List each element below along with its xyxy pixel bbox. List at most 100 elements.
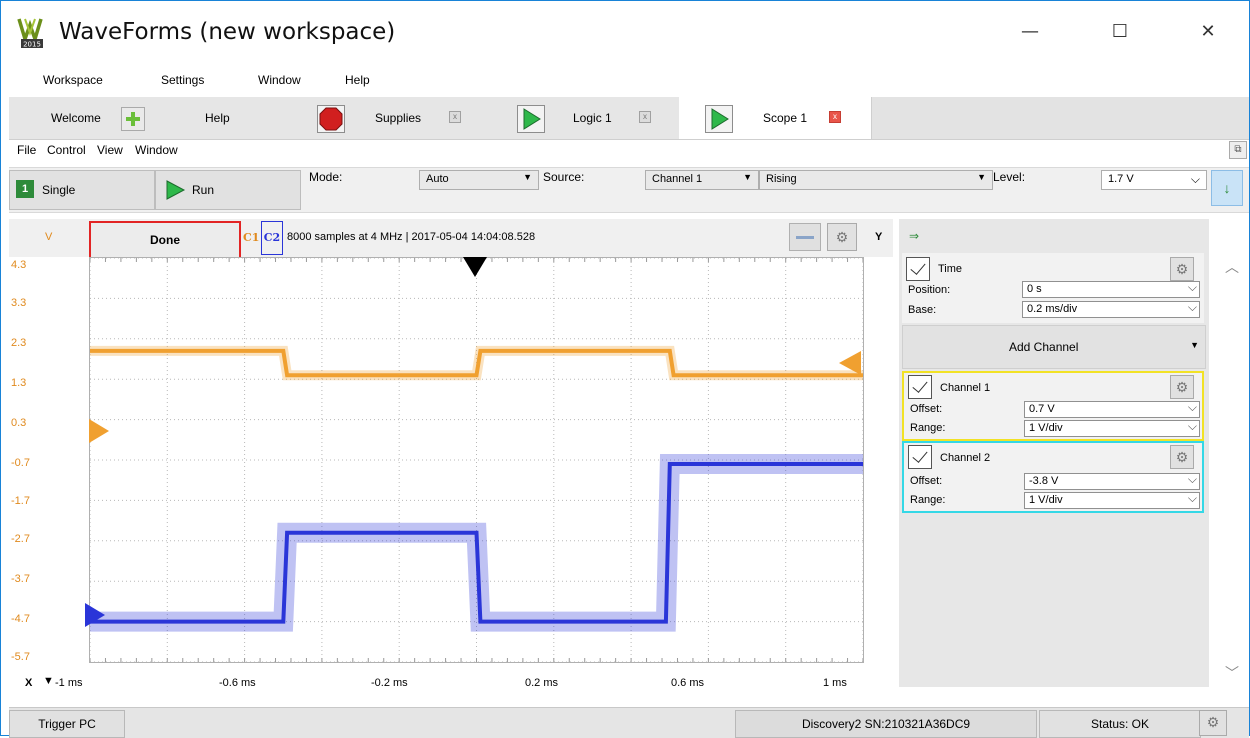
c1-offset-marker-icon[interactable]	[89, 419, 109, 443]
trigger-toolbar: 1 Single Run Mode: Auto ▼ Source: Channel…	[9, 167, 1249, 213]
time-checkbox[interactable]	[906, 257, 930, 281]
mode-label: Mode:	[309, 170, 343, 184]
position-label: Position:	[908, 284, 951, 296]
run-play-icon	[166, 180, 186, 200]
waveforms-logo-icon: 2015	[17, 18, 43, 49]
chevron-down-icon: ▼	[977, 172, 986, 182]
ch1-range-field[interactable]: 1 V/div ⌵	[1024, 419, 1200, 437]
x-tick: -0.2 ms	[371, 677, 408, 689]
gear-icon[interactable]: ⚙	[1199, 710, 1227, 736]
trigger-level-arrow-button[interactable]: ↓	[1211, 170, 1243, 206]
menu-workspace[interactable]: Workspace	[43, 73, 103, 87]
tab-scope[interactable]: Scope 1 x	[679, 97, 872, 139]
position-field[interactable]: 0 s ⌵	[1022, 280, 1200, 298]
instrument-menu-bar: File Control View Window ⧉	[9, 141, 1249, 161]
tab-logic[interactable]: Logic 1 x	[503, 97, 680, 139]
tab-scope-label: Scope 1	[763, 111, 808, 125]
base-field[interactable]: 0.2 ms/div ⌵	[1022, 300, 1200, 318]
scroll-up-icon[interactable]: ︿	[1225, 257, 1239, 277]
acquisition-info: 8000 samples at 4 MHz | 2017-05-04 14:04…	[287, 231, 536, 243]
y-tick: -1.7	[11, 495, 30, 507]
edge-select[interactable]: Rising ▼	[759, 170, 993, 190]
single-button[interactable]: 1 Single	[9, 170, 155, 210]
x-zoom-chevron-icon[interactable]: ▼	[43, 675, 54, 687]
x-tick: 0.2 ms	[525, 677, 559, 689]
plus-icon[interactable]	[121, 107, 145, 131]
tab-logic-label: Logic 1	[573, 111, 612, 125]
add-channel-button[interactable]: Add Channel ▼	[902, 325, 1206, 369]
tab-welcome[interactable]: Welcome	[9, 97, 160, 139]
restore-panel-icon[interactable]: ⧉	[1229, 141, 1247, 159]
c1-label[interactable]: C1	[243, 231, 259, 244]
channel-2-checkbox[interactable]	[908, 445, 932, 469]
x-tick: 0.6 ms	[671, 677, 705, 689]
gear-icon[interactable]: ⚙	[1170, 445, 1194, 469]
ch1-offset-label: Offset:	[910, 403, 943, 415]
menu-file[interactable]: File	[17, 143, 36, 157]
chevron-down-icon: ⌵	[1187, 419, 1197, 433]
level-label: Level:	[993, 170, 1026, 184]
trigger-pc-button[interactable]: Trigger PC	[9, 710, 125, 738]
y-tick: 3.3	[11, 297, 27, 309]
stop-icon	[317, 105, 345, 133]
acquisition-status: Done	[89, 221, 241, 259]
collapse-arrow-icon[interactable]: ⇒	[909, 229, 919, 243]
level-input[interactable]: 1.7 V ⌵	[1101, 170, 1207, 190]
add-channel-label: Add Channel	[1009, 340, 1079, 354]
menu-settings[interactable]: Settings	[161, 73, 204, 87]
menu-help[interactable]: Help	[345, 73, 370, 87]
menu-window-inner[interactable]: Window	[135, 143, 178, 157]
title-bar: 2015 WaveForms (new workspace) — ☐ ✕	[1, 1, 1249, 67]
chevron-down-icon: ▼	[1190, 340, 1199, 350]
close-button[interactable]: ✕	[1185, 21, 1231, 45]
measure-icon[interactable]	[789, 223, 821, 251]
single-label: Single	[42, 183, 76, 197]
trigger-position-marker-icon[interactable]	[463, 257, 487, 277]
channel-1-label: Channel 1	[940, 382, 991, 394]
mode-value: Auto	[426, 173, 449, 185]
gear-icon[interactable]: ⚙	[1170, 375, 1194, 399]
gear-icon[interactable]: ⚙	[1170, 257, 1194, 281]
base-value: 0.2 ms/div	[1027, 303, 1078, 315]
tab-supplies-label: Supplies	[375, 111, 422, 125]
menu-view[interactable]: View	[97, 143, 123, 157]
tab-help[interactable]: Help	[159, 97, 304, 139]
ch1-offset-value: 0.7 V	[1029, 403, 1055, 415]
channel-1-checkbox[interactable]	[908, 375, 932, 399]
ch2-offset-field[interactable]: -3.8 V ⌵	[1024, 472, 1200, 490]
edge-value: Rising	[766, 173, 797, 185]
ch2-range-field[interactable]: 1 V/div ⌵	[1024, 491, 1200, 509]
c2-offset-marker-icon[interactable]	[85, 603, 105, 627]
panel-scrollbar[interactable]: ︿ ﹀	[1215, 247, 1249, 691]
ch1-range-label: Range:	[910, 422, 946, 434]
tab-scope-close-icon[interactable]: x	[829, 111, 841, 123]
ch2-offset-label: Offset:	[910, 475, 943, 487]
menu-control[interactable]: Control	[47, 143, 86, 157]
y-tick: 4.3	[11, 259, 27, 271]
tab-bar: Welcome Help Supplies x Logic 1 x Scope …	[9, 97, 1249, 140]
scroll-down-icon[interactable]: ﹀	[1225, 663, 1239, 683]
y-tick: 1.3	[11, 377, 27, 389]
tab-supplies[interactable]: Supplies x	[303, 97, 504, 139]
gear-icon[interactable]: ⚙	[827, 223, 857, 251]
y-axis-button[interactable]: Y	[875, 231, 882, 243]
c2-label[interactable]: C2	[261, 221, 283, 255]
status-bar: Trigger PC Discovery2 SN:210321A36DC9 St…	[9, 707, 1249, 738]
maximize-button[interactable]: ☐	[1097, 21, 1143, 45]
ch1-offset-field[interactable]: 0.7 V ⌵	[1024, 400, 1200, 418]
y-tick: 2.3	[11, 337, 27, 349]
mode-select[interactable]: Auto ▼	[419, 170, 539, 190]
status-ok: Status: OK	[1039, 710, 1201, 738]
chevron-down-icon: ⌵	[1190, 172, 1200, 186]
oscilloscope-plot[interactable]	[89, 257, 864, 663]
menu-window[interactable]: Window	[258, 73, 301, 87]
run-button[interactable]: Run	[155, 170, 301, 210]
tab-supplies-close-icon[interactable]: x	[449, 111, 461, 123]
tab-logic-close-icon[interactable]: x	[639, 111, 651, 123]
trigger-level-marker-icon[interactable]	[839, 351, 861, 375]
ch2-offset-value: -3.8 V	[1029, 475, 1059, 487]
minimize-button[interactable]: —	[1007, 21, 1053, 45]
x-axis-button[interactable]: X	[25, 677, 32, 689]
chevron-down-icon: ▼	[523, 172, 532, 182]
source-select[interactable]: Channel 1 ▼	[645, 170, 759, 190]
